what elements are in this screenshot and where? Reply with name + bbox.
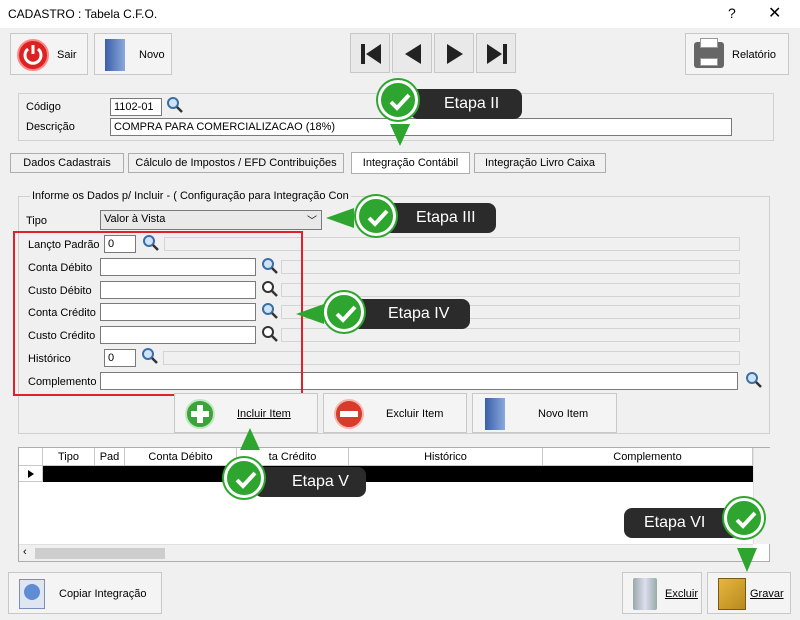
table-row[interactable] [43, 466, 753, 482]
last-record-button[interactable] [476, 33, 516, 73]
gravar-button[interactable]: Gravar [707, 572, 791, 614]
minus-icon [334, 399, 364, 429]
chevron-down-icon: ﹀ [307, 216, 317, 227]
next-icon [447, 44, 463, 64]
descricao-input[interactable]: COMPRA PARA COMERCIALIZACAO (18%) [110, 118, 732, 136]
tipo-label: Tipo [26, 215, 47, 227]
callout-etapa-ii: Etapa II [410, 89, 522, 119]
search-icon[interactable] [745, 371, 763, 392]
help-button[interactable]: ? [728, 5, 736, 21]
copiar-integracao-label: Copiar Integração [59, 588, 147, 600]
grid-header-cell[interactable]: Histórico [349, 448, 543, 465]
last-icon [487, 44, 507, 64]
scroll-left-icon[interactable]: ‹ [23, 546, 27, 558]
tab-integracao-contabil[interactable]: Integração Contábil [351, 152, 470, 174]
highlight-box [13, 231, 303, 396]
save-folder-icon [718, 578, 746, 610]
pointer-arrow [296, 304, 324, 324]
excluir-item-label: Excluir Item [386, 408, 444, 420]
incluir-item-button[interactable]: Incluir Item [174, 393, 318, 433]
check-icon [378, 80, 418, 120]
descricao-label: Descrição [26, 121, 75, 133]
row-indicator [19, 466, 43, 482]
relatorio-button[interactable]: Relatório [685, 33, 789, 75]
close-button[interactable]: ✕ [768, 3, 781, 23]
pointer-arrow [737, 548, 757, 572]
tab-calculo-impostos[interactable]: Cálculo de Impostos / EFD Contribuições [128, 153, 344, 173]
grid-header: Tipo Pad Conta Débito ta Crédito Históri… [19, 448, 753, 466]
sair-button[interactable]: Sair [10, 33, 88, 75]
title-bar: CADASTRO : Tabela C.F.O. ? ✕ [0, 0, 800, 28]
pointer-arrow [240, 428, 260, 450]
tipo-value: Valor à Vista [104, 213, 166, 225]
copiar-integracao-button[interactable]: Copiar Integração [8, 572, 162, 614]
grid-header-cell[interactable]: Tipo [43, 448, 95, 465]
novo-item-label: Novo Item [538, 408, 589, 420]
sair-label: Sair [57, 49, 77, 61]
new-document-icon [485, 398, 505, 430]
callout-etapa-vi: Etapa VI [624, 508, 740, 538]
check-icon [324, 292, 364, 332]
first-icon [361, 44, 381, 64]
pointer-arrow [390, 124, 410, 146]
novo-label: Novo [139, 49, 165, 61]
tipo-select[interactable]: Valor à Vista ﹀ [100, 210, 322, 230]
grid-header-cell[interactable]: Complemento [543, 448, 753, 465]
check-icon [224, 458, 264, 498]
plus-icon [185, 399, 215, 429]
previous-record-button[interactable] [392, 33, 432, 73]
callout-etapa-iii: Etapa III [382, 203, 496, 233]
tab-integracao-livro-caixa[interactable]: Integração Livro Caixa [474, 153, 606, 173]
check-icon [356, 196, 396, 236]
next-record-button[interactable] [434, 33, 474, 73]
pointer-arrow [326, 208, 354, 228]
window-title: CADASTRO : Tabela C.F.O. [8, 7, 158, 21]
search-icon[interactable] [166, 96, 184, 117]
check-icon [724, 498, 764, 538]
first-record-button[interactable] [350, 33, 390, 73]
groupbox-caption: Informe os Dados p/ Incluir - ( Configur… [30, 190, 351, 202]
grid-header-cell[interactable]: Pad [95, 448, 125, 465]
excluir-button[interactable]: Excluir [622, 572, 702, 614]
gravar-label: Gravar [750, 588, 784, 600]
items-grid[interactable]: Tipo Pad Conta Débito ta Crédito Históri… [18, 447, 770, 562]
codigo-input[interactable]: 1102-01 [110, 98, 162, 116]
tab-dados-cadastrais[interactable]: Dados Cadastrais [10, 153, 124, 173]
novo-item-button[interactable]: Novo Item [472, 393, 617, 433]
printer-icon [694, 38, 724, 68]
horizontal-scrollbar[interactable]: ‹ [19, 544, 753, 561]
excluir-label: Excluir [665, 588, 699, 600]
scrollbar-thumb[interactable] [35, 548, 165, 559]
previous-icon [405, 44, 421, 64]
trash-icon [633, 578, 657, 610]
conta-debito-description [281, 260, 740, 274]
callout-etapa-iv: Etapa IV [352, 299, 470, 329]
new-document-icon [105, 39, 125, 71]
incluir-item-label: Incluir Item [237, 408, 291, 420]
copy-document-icon [19, 579, 45, 609]
novo-button[interactable]: Novo [94, 33, 172, 75]
callout-etapa-v: Etapa V [254, 467, 366, 497]
codigo-label: Código [26, 101, 61, 113]
excluir-item-button[interactable]: Excluir Item [323, 393, 467, 433]
power-icon [17, 39, 49, 71]
grid-header-cell[interactable]: Conta Débito [125, 448, 237, 465]
relatorio-label: Relatório [732, 49, 777, 61]
